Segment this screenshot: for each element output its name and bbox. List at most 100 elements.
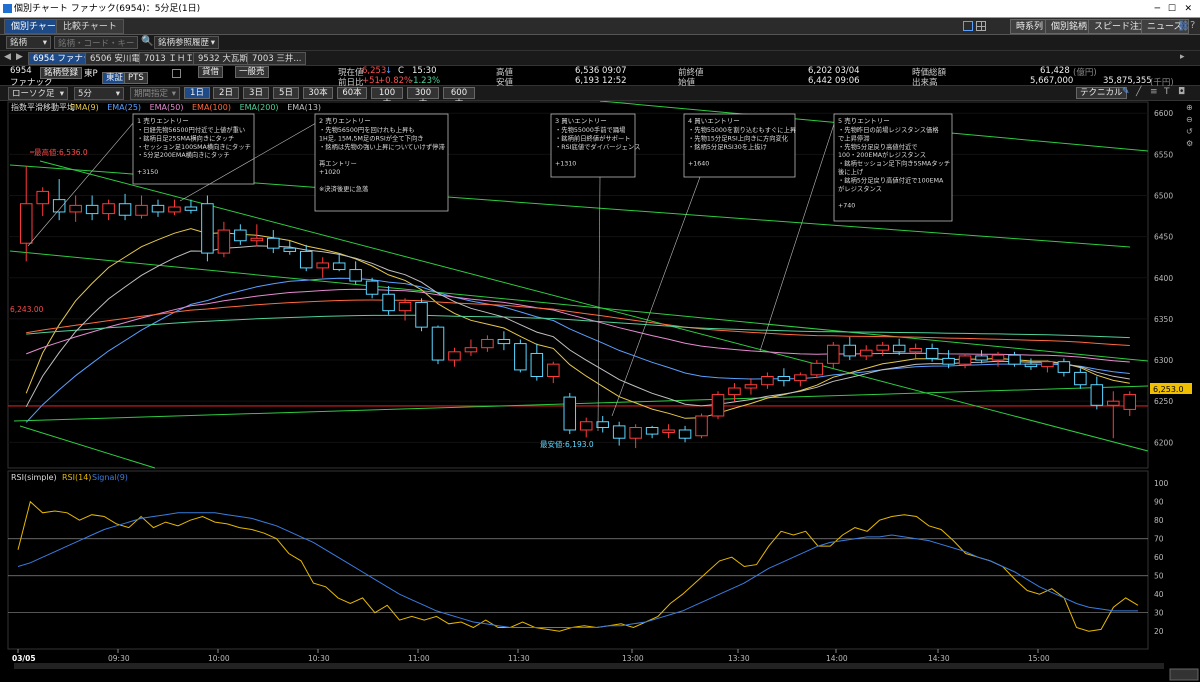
symbol-tab-7003[interactable]: 7003 三井... xyxy=(247,52,307,65)
candle-body xyxy=(332,262,346,271)
rsi-tick-label: 30 xyxy=(1154,609,1164,618)
candle-body xyxy=(876,344,889,351)
chevron-down-icon: ▾ xyxy=(171,89,176,99)
technical-button[interactable]: テクニカル xyxy=(1076,87,1127,99)
draw-pen-icon[interactable]: ✎ xyxy=(1122,87,1130,97)
low-marker-label: 最安値:6,193.0 xyxy=(540,439,594,449)
symbol-tab-6506[interactable]: 6506 安川電 xyxy=(85,52,145,65)
price-tick-label: 6550 xyxy=(1154,150,1173,159)
annotation-line: ・銘柄5分足戻り高値付近で100EMA xyxy=(838,175,944,184)
tab-compare-chart[interactable]: 比較チャート xyxy=(56,19,124,34)
symbol-tab-7013[interactable]: 7013 ＩＨＩ xyxy=(139,52,199,65)
candle-body xyxy=(859,349,873,357)
rsi-title: RSI(simple) xyxy=(11,473,57,482)
annotation-line: +1020 xyxy=(319,169,340,176)
window-title: 個別チャート ファナック(6954)：5分足(1日) xyxy=(14,4,201,14)
x-tick-label: 13:30 xyxy=(728,654,750,663)
range-30bars[interactable]: 30本 xyxy=(303,87,333,99)
annotation-line: 100・200EMAがレジスタンス xyxy=(838,150,926,159)
range-3day[interactable]: 3日 xyxy=(243,87,269,99)
search-icon[interactable]: 🔍 xyxy=(141,36,153,47)
scroll-button[interactable] xyxy=(1169,668,1199,681)
range-2day[interactable]: 2日 xyxy=(213,87,239,99)
reset-icon[interactable]: ↺ xyxy=(1186,127,1193,136)
interval-select[interactable]: 5分 ▾ xyxy=(74,87,124,100)
zoom-in-icon[interactable]: ⊕ xyxy=(1186,103,1193,112)
annotation-line: ・銘柄前日終値がサポート xyxy=(555,133,631,142)
candle-body xyxy=(69,204,82,213)
grid-layout-icon[interactable] xyxy=(976,21,986,31)
text-tool-icon[interactable]: T xyxy=(1164,87,1170,97)
range-60bars[interactable]: 60本 xyxy=(337,87,367,99)
order-type-badge: 貸借 xyxy=(198,66,224,78)
quote-panel: 6954 ファナック 銘柄登録 東P 東証 PTS 貸借 一般売 現在値 6,2… xyxy=(0,66,1200,88)
history-select[interactable]: 銘柄参照履歴 ▾ xyxy=(154,36,219,49)
period-select[interactable]: 期間指定 ▾ xyxy=(130,87,180,100)
annotation-line: ・銘柄セッション足下向き5SMAタッチ xyxy=(838,159,950,168)
symbol-search-input[interactable] xyxy=(54,36,138,49)
candle-body xyxy=(909,348,922,353)
fib-tool-icon[interactable]: ≡ xyxy=(1150,87,1158,97)
symbol-type-label: 銘柄 xyxy=(10,38,28,48)
candle-body xyxy=(1107,400,1120,406)
exchange-pts-button[interactable]: PTS xyxy=(124,72,148,84)
register-button[interactable]: 銘柄登録 xyxy=(40,67,83,79)
range-300bars[interactable]: 300本 xyxy=(407,87,439,109)
margin-badge: 一般売 xyxy=(235,66,269,78)
candle-body xyxy=(942,357,955,365)
settings-icon[interactable]: ⚙ xyxy=(1186,139,1193,148)
candle-body xyxy=(925,348,939,359)
candle-body xyxy=(991,354,1005,361)
chart-area[interactable]: 指数平滑移動平均 EMA(9) EMA(25) EMA(50) EMA(100) EMA… xyxy=(0,101,1200,682)
candle-body xyxy=(168,206,181,213)
x-tick-label: 13:00 xyxy=(622,654,644,663)
help-icon[interactable]: ? xyxy=(1190,20,1195,31)
price-tick-label: 6450 xyxy=(1154,233,1173,242)
expand-icon[interactable] xyxy=(172,69,181,78)
maximize-icon[interactable]: ☐ xyxy=(1168,0,1176,18)
range-5day[interactable]: 5日 xyxy=(273,87,299,99)
scroll-right-icon[interactable]: ▶ xyxy=(16,52,23,62)
x-tick-label: 10:30 xyxy=(308,654,330,663)
zoom-out-icon[interactable]: ⊖ xyxy=(1186,115,1193,124)
candle-body xyxy=(464,347,478,353)
legend-item-4: EMA(100) xyxy=(192,103,231,112)
close-icon[interactable]: ✕ xyxy=(1184,0,1192,18)
candle-body xyxy=(563,396,577,431)
symbol-type-select[interactable]: 銘柄 ▾ xyxy=(6,36,51,49)
rsi-tick-label: 80 xyxy=(1154,516,1164,525)
scroll-left-icon[interactable]: ◀ xyxy=(4,52,11,62)
range-600bars[interactable]: 600本 xyxy=(443,87,475,109)
app-icon xyxy=(3,4,12,13)
single-layout-icon[interactable] xyxy=(963,21,973,31)
x-tick-label: 14:30 xyxy=(928,654,950,663)
prev-close-value: 6,202 03/04 xyxy=(808,66,860,76)
link-icon[interactable]: ⛓ xyxy=(1177,21,1190,32)
annotation-line: ・セッション足100SMA横向きにタッチ xyxy=(137,142,251,151)
horizontal-scrollbar[interactable] xyxy=(14,663,1164,669)
range-1day[interactable]: 1日 xyxy=(184,87,210,99)
candle-body xyxy=(250,237,264,242)
candle-body xyxy=(612,425,626,439)
candle-body xyxy=(19,203,33,244)
range-100bars[interactable]: 100本 xyxy=(371,87,403,109)
symbol-tab-9532[interactable]: 9532 大瓦斯 xyxy=(193,52,253,65)
annotation-line: ・先物15分足RSI上向きに方向変化 xyxy=(688,133,789,142)
market-label: 東P xyxy=(84,69,98,79)
time-series-button[interactable]: 時系列 xyxy=(1010,19,1050,34)
symbol-search-row: 銘柄 ▾ 🔍 銘柄参照履歴 ▾ xyxy=(0,35,1200,51)
tabs-add-icon[interactable]: ▸ xyxy=(1180,52,1185,62)
line-tool-icon[interactable]: ╱ xyxy=(1136,87,1141,97)
candle-body xyxy=(184,206,198,211)
chart-type-select[interactable]: ローソク足 ▾ xyxy=(8,87,68,100)
candle-body xyxy=(728,387,741,396)
candle-body xyxy=(547,363,560,377)
x-tick-label: 14:00 xyxy=(826,654,848,663)
candle-body xyxy=(810,362,824,376)
minimize-icon[interactable]: ─ xyxy=(1155,0,1160,18)
candle-body xyxy=(201,203,214,254)
individual-stock-button[interactable]: 個別銘柄 xyxy=(1045,19,1094,34)
camera-icon[interactable]: ◘ xyxy=(1178,87,1185,97)
candle-body xyxy=(398,301,412,312)
candle-body xyxy=(118,203,132,216)
